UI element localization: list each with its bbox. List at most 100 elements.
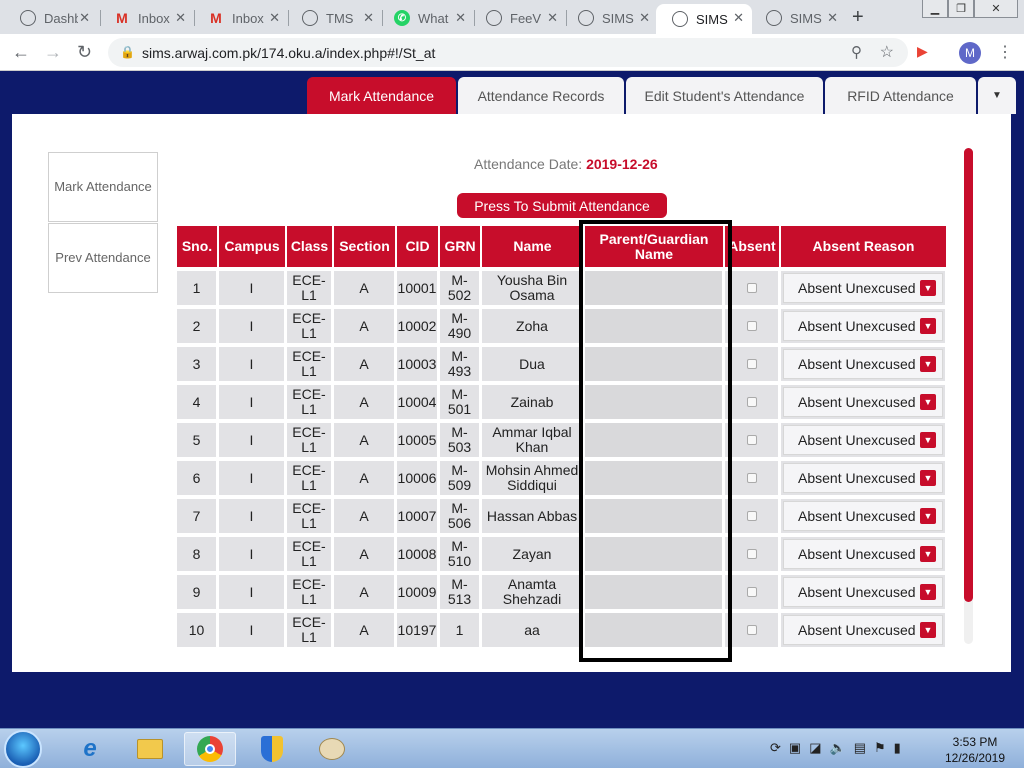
tab-attendance-records[interactable]: Attendance Records xyxy=(458,77,624,114)
absent-checkbox[interactable] xyxy=(746,624,757,635)
profile-avatar[interactable]: M xyxy=(959,42,981,64)
absent-checkbox[interactable] xyxy=(746,320,757,331)
absent-reason-select[interactable]: Absent Unexcused ▼ xyxy=(783,463,943,493)
absent-checkbox[interactable] xyxy=(746,282,757,293)
absent-checkbox[interactable] xyxy=(746,396,757,407)
restore-button[interactable]: ❐ xyxy=(948,0,974,18)
cell-campus: I xyxy=(219,419,287,457)
close-icon[interactable]: ✕ xyxy=(363,10,374,26)
close-icon[interactable]: ✕ xyxy=(79,10,90,26)
minimize-button[interactable]: ▁ xyxy=(922,0,948,18)
reload-icon[interactable]: ↻ xyxy=(77,42,92,63)
forward-icon[interactable]: → xyxy=(44,42,62,63)
sidebar-prev-attendance-button[interactable]: Prev Attendance xyxy=(48,223,158,293)
system-clock[interactable]: 3:53 PM 12/26/2019 xyxy=(940,734,1010,766)
absent-reason-value: Absent Unexcused xyxy=(798,469,916,486)
absent-reason-select[interactable]: Absent Unexcused ▼ xyxy=(783,349,943,379)
globe-icon xyxy=(578,10,594,26)
volume-icon[interactable]: 🔈 xyxy=(830,740,846,756)
close-window-button[interactable]: ✕ xyxy=(974,0,1018,18)
zoom-icon[interactable]: ⚲ xyxy=(851,43,862,61)
absent-reason-select[interactable]: Absent Unexcused ▼ xyxy=(783,501,943,531)
close-icon[interactable]: ✕ xyxy=(733,10,744,26)
url-input[interactable]: 🔒 sims.arwaj.com.pk/174.oku.a/index.php#… xyxy=(108,38,908,67)
new-tab-button[interactable]: + xyxy=(852,6,864,29)
close-icon[interactable]: ✕ xyxy=(269,10,280,26)
cell-cid: 10004 xyxy=(397,381,440,419)
security-shield-icon[interactable] xyxy=(246,732,298,766)
absent-checkbox[interactable] xyxy=(746,472,757,483)
chevron-down-icon[interactable]: ▼ xyxy=(920,470,936,486)
tab-edit-students-attendance[interactable]: Edit Student's Attendance xyxy=(626,77,823,114)
more-tabs-dropdown[interactable]: ▼ xyxy=(978,77,1016,114)
cell-campus: I xyxy=(219,343,287,381)
absent-checkbox[interactable] xyxy=(746,358,757,369)
bookmark-star-icon[interactable]: ☆ xyxy=(880,42,894,62)
cell-name: Zainab xyxy=(482,381,585,419)
absent-checkbox[interactable] xyxy=(746,434,757,445)
browser-tab[interactable]: M Inbox ✕ xyxy=(98,4,194,32)
absent-reason-select[interactable]: Absent Unexcused ▼ xyxy=(783,387,943,417)
absent-checkbox[interactable] xyxy=(746,510,757,521)
browser-tab-title: What xyxy=(418,10,449,26)
tab-rfid-attendance[interactable]: RFID Attendance xyxy=(825,77,976,114)
absent-reason-value: Absent Unexcused xyxy=(798,431,916,448)
chevron-down-icon[interactable]: ▼ xyxy=(920,584,936,600)
absent-reason-select[interactable]: Absent Unexcused ▼ xyxy=(783,577,943,607)
chevron-down-icon[interactable]: ▼ xyxy=(920,622,936,638)
tab-mark-attendance[interactable]: Mark Attendance xyxy=(307,77,456,114)
absent-reason-select[interactable]: Absent Unexcused ▼ xyxy=(783,539,943,569)
chevron-down-icon[interactable]: ▼ xyxy=(920,546,936,562)
chevron-down-icon[interactable]: ▼ xyxy=(920,394,936,410)
absent-checkbox[interactable] xyxy=(746,586,757,597)
close-icon[interactable]: ✕ xyxy=(455,10,466,26)
app-tray-icon[interactable]: ◪ xyxy=(809,740,821,756)
browser-tab[interactable]: M Inbox ✕ xyxy=(192,4,288,32)
start-button[interactable] xyxy=(4,730,42,768)
browser-tab[interactable]: Dashb ✕ xyxy=(4,4,98,32)
cell-class: ECE-L1 xyxy=(287,571,334,609)
absent-reason-select[interactable]: Absent Unexcused ▼ xyxy=(783,273,943,303)
browser-tab[interactable]: SIMS ✕ xyxy=(562,4,658,32)
whatsapp-icon: ✆ xyxy=(394,10,410,26)
absent-reason-select[interactable]: Absent Unexcused ▼ xyxy=(783,425,943,455)
cell-section: A xyxy=(334,495,397,533)
extension-icon[interactable]: ▶ xyxy=(917,43,933,59)
sidebar-mark-attendance-button[interactable]: Mark Attendance xyxy=(48,152,158,222)
close-icon[interactable]: ✕ xyxy=(547,10,558,26)
flag-icon[interactable]: ⚑ xyxy=(874,740,886,756)
cell-campus: I xyxy=(219,533,287,571)
submit-attendance-button[interactable]: Press To Submit Attendance xyxy=(457,193,667,218)
table-row: 9 I ECE-L1 A 10009 M-513 Anamta Shehzadi Absent… xyxy=(177,571,948,609)
browser-tab[interactable]: ✆ What ✕ xyxy=(378,4,474,32)
file-explorer-icon[interactable] xyxy=(124,732,176,766)
back-icon[interactable]: ← xyxy=(12,42,30,63)
column-header: Sno. xyxy=(177,226,219,267)
absent-reason-select[interactable]: Absent Unexcused ▼ xyxy=(783,311,943,341)
browser-tab[interactable]: TMS ✕ xyxy=(286,4,382,32)
chevron-down-icon[interactable]: ▼ xyxy=(920,432,936,448)
network-icon[interactable]: ▤ xyxy=(854,740,866,756)
paint-icon[interactable] xyxy=(306,732,358,766)
power-icon[interactable]: ▮ xyxy=(894,740,901,756)
cell-grn: M-501 xyxy=(440,381,482,419)
internet-explorer-icon[interactable]: e xyxy=(64,732,116,766)
absent-reason-select[interactable]: Absent Unexcused ▼ xyxy=(783,615,943,645)
close-icon[interactable]: ✕ xyxy=(827,10,838,26)
chevron-down-icon[interactable]: ▼ xyxy=(920,280,936,296)
browser-menu-icon[interactable]: ⋮ xyxy=(997,42,1013,62)
browser-tab[interactable]: FeeV ✕ xyxy=(470,4,566,32)
scrollbar-thumb[interactable] xyxy=(964,148,973,602)
notification-icon[interactable]: ▣ xyxy=(789,740,801,756)
browser-tab[interactable]: SIMS ✕ xyxy=(750,4,846,32)
cell-section: A xyxy=(334,381,397,419)
chevron-down-icon[interactable]: ▼ xyxy=(920,356,936,372)
chevron-down-icon[interactable]: ▼ xyxy=(920,508,936,524)
browser-tab-active[interactable]: SIMS ✕ xyxy=(656,4,752,34)
close-icon[interactable]: ✕ xyxy=(175,10,186,26)
chrome-icon[interactable] xyxy=(184,732,236,766)
chevron-down-icon[interactable]: ▼ xyxy=(920,318,936,334)
close-icon[interactable]: ✕ xyxy=(639,10,650,26)
absent-checkbox[interactable] xyxy=(746,548,757,559)
network-status-icon[interactable]: ⟳ xyxy=(770,740,781,756)
